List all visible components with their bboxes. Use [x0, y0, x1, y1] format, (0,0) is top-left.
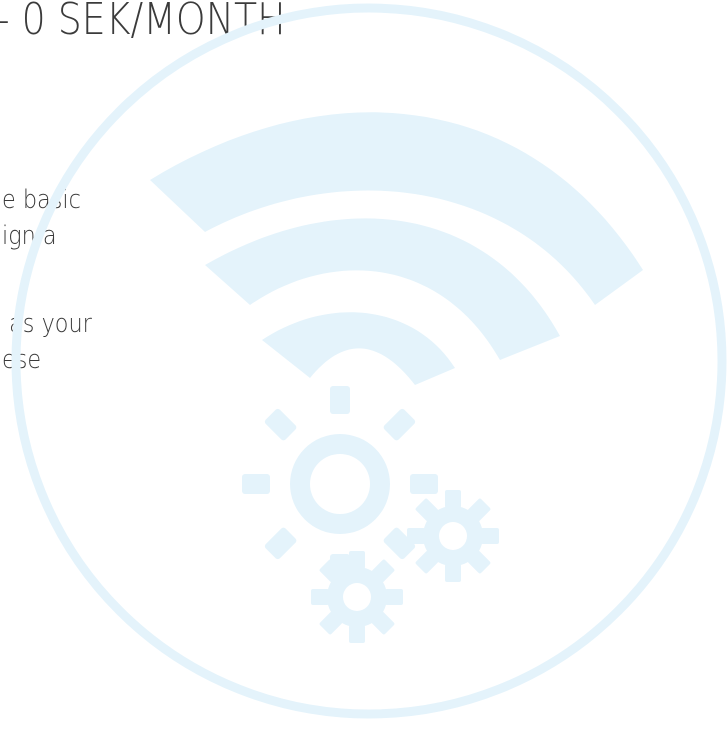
paragraph-line: e basic	[2, 185, 81, 215]
gear-small-right-icon	[407, 490, 499, 582]
ring-outline	[11, 3, 727, 719]
wifi-arc-medium-icon	[205, 218, 560, 360]
plan-price-heading: - 0 SEK/MONTH	[0, 0, 286, 45]
gear-large-icon	[242, 386, 438, 582]
paragraph-line: ese	[2, 345, 42, 376]
paragraph-line: ign a	[2, 221, 57, 252]
wifi-arc-large-icon	[150, 112, 643, 305]
plan-description-paragraph-1: e basic ign a	[2, 182, 81, 255]
plan-description-paragraph-2: as your ese	[2, 306, 92, 379]
paragraph-line: as your	[2, 309, 92, 339]
wifi-arc-small-icon	[262, 312, 455, 385]
gear-small-bottom-icon	[311, 551, 403, 643]
wifi-gears-illustration	[11, 3, 727, 719]
